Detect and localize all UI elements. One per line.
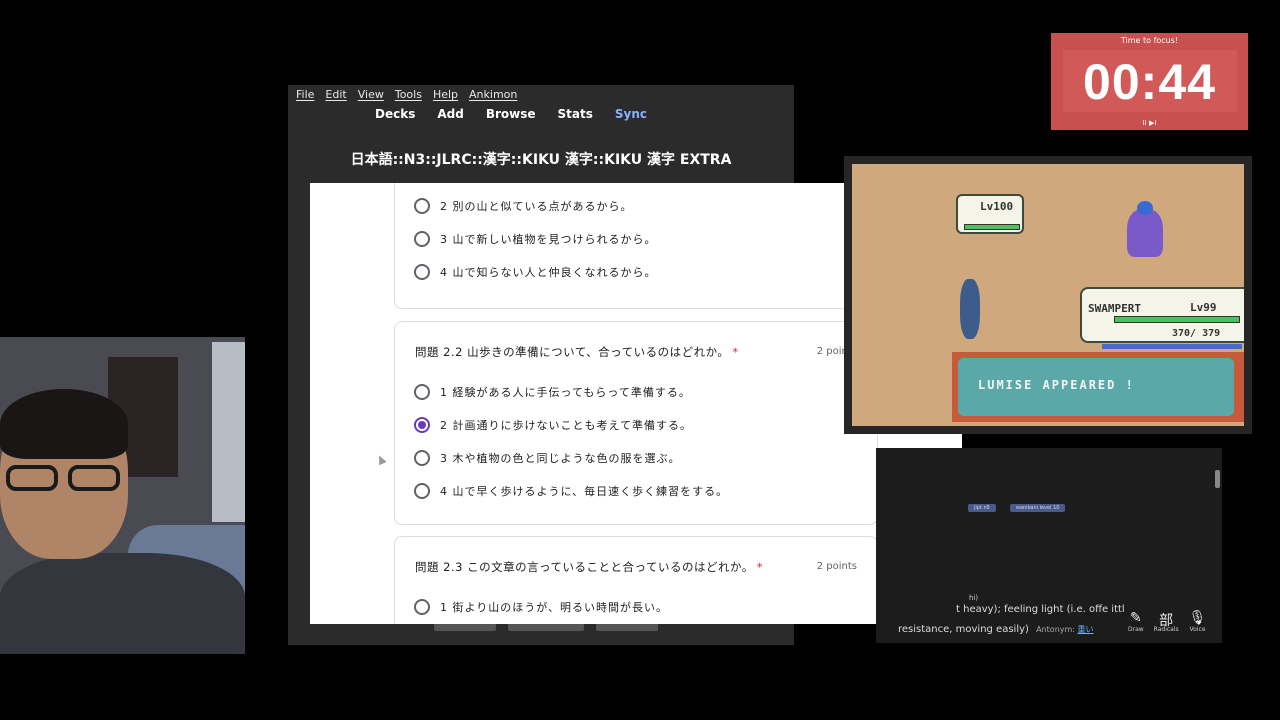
antonym: Antonym: 重い [1036,625,1093,634]
timer-controls[interactable]: II ▶I [1051,119,1248,127]
radicals-button[interactable]: 部 Radicals [1154,610,1179,633]
enemy-hp-bar [964,224,1020,230]
input-tools: ✎ Draw 部 Radicals 🎙 Voice [1128,610,1206,633]
option-label: 3 木や植物の色と同じような色の服を選ぶ。 [440,452,681,465]
question-card-3: 問題 2.3 この文章の言っていることと合っているのはどれか。 * 2 point… [394,536,878,624]
radio-icon[interactable] [414,231,430,247]
option-label: 1 経験がある人に手伝ってもらって準備する。 [440,386,691,399]
q1-option-3[interactable]: 3 山で新しい植物を見つけられるから。 [414,231,657,247]
player-level: Lv99 [1190,301,1217,314]
exp-bar [1102,344,1242,349]
antonym-link[interactable]: 重い [1078,625,1094,634]
webcam-person-glasses [6,465,124,491]
toolbar-add[interactable]: Add [437,107,463,129]
focus-timer: Time to focus! 00:44 II ▶I [1051,33,1248,130]
radio-selected-icon[interactable] [414,417,430,433]
radio-icon[interactable] [414,384,430,400]
draw-icon: ✎ [1129,610,1142,626]
microphone-icon: 🎙 [1188,610,1207,626]
player-hp: 370/ 379 [1172,328,1221,339]
question-title: 問題 2.3 この文章の言っていることと合っているのはどれか。 * [415,559,763,575]
question-text: 問題 2.3 この文章の言っていることと合っているのはどれか。 [415,560,754,574]
option-label: 2 計画通りに歩けないことも考えて準備する。 [440,419,692,432]
q2-option-2[interactable]: 2 計画通りに歩けないことも考えて準備する。 [414,417,692,433]
radio-icon[interactable] [414,450,430,466]
deck-title: 日本語::N3::JLRC::漢字::KIKU 漢字::KIKU 漢字 EXTR… [350,152,732,168]
player-name: SWAMPERT [1088,302,1141,315]
tag-jlpt[interactable]: jlpt n5 [968,504,996,512]
toolbar-sync[interactable]: Sync [615,107,647,129]
scrollbar[interactable] [1215,470,1220,488]
draw-label: Draw [1128,626,1144,633]
q2-option-4[interactable]: 4 山で早く歩けるように、毎日速く歩く練習をする。 [414,483,728,499]
game-screen: Lv100 SWAMPERT Lv99 370/ 379 LUMISE APPE… [852,164,1244,426]
enemy-monster-sprite [1127,201,1163,257]
question-card-2: 問題 2.2 山歩きの準備について、合っているのはどれか。 * 2 points … [394,321,878,525]
option-label: 4 山で知らない人と仲良くなれるから。 [440,266,657,279]
kanji-info-panel: jlpt n5 wanikani level 10 hi) t heavy); … [876,448,1222,643]
antonym-label: Antonym: [1036,625,1075,634]
webcam-window [212,342,245,522]
tag-wanikani[interactable]: wanikani level 10 [1009,504,1066,512]
menu-file[interactable]: File [296,88,314,105]
toolbar-stats[interactable]: Stats [558,107,593,129]
anki-menubar: File Edit View Tools Help Ankimon [288,85,794,105]
radio-icon[interactable] [414,483,430,499]
timer-value: 00:44 [1083,54,1216,110]
option-label: 3 山で新しい植物を見つけられるから。 [440,233,657,246]
menu-edit[interactable]: Edit [325,88,346,105]
question-card-1: 2 別の山と似ている点があるから。 3 山で新しい植物を見つけられるから。 4 … [394,183,878,309]
enemy-level: Lv100 [980,200,1014,213]
radicals-label: Radicals [1153,626,1179,633]
question-text: 問題 2.2 山歩きの準備について、合っているのはどれか。 [415,345,730,359]
q3-option-1[interactable]: 1 街より山のほうが、明るい時間が長い。 [414,599,668,615]
menu-help[interactable]: Help [433,88,458,105]
game-panel: Lv100 SWAMPERT Lv99 370/ 379 LUMISE APPE… [844,156,1252,434]
q1-option-4[interactable]: 4 山で知らない人と仲良くなれるから。 [414,264,657,280]
menu-view[interactable]: View [358,88,384,105]
player-monster-sprite [960,279,980,339]
question-title: 問題 2.2 山歩きの準備について、合っているのはどれか。 * [415,344,739,360]
toolbar-browse[interactable]: Browse [486,107,536,129]
menu-ankimon[interactable]: Ankimon [469,88,517,105]
required-marker: * [732,345,739,359]
toolbar-decks[interactable]: Decks [375,107,415,129]
tag-list: jlpt n5 wanikani level 10 [968,504,1066,512]
voice-button[interactable]: 🎙 Voice [1189,610,1207,633]
q1-option-2[interactable]: 2 別の山と似ている点があるから。 [414,198,633,214]
radicals-icon: 部 [1159,613,1174,629]
meaning-text: resistance, moving easily) [898,624,1029,635]
webcam-person-hair [0,389,128,459]
radio-icon[interactable] [414,599,430,615]
reading-fragment: hi) [969,594,979,602]
battle-message: LUMISE APPEARED ! [978,378,1135,392]
q2-option-1[interactable]: 1 経験がある人に手伝ってもらって準備する。 [414,384,691,400]
radio-icon[interactable] [414,264,430,280]
meaning-line-2: resistance, moving easily) Antonym: 重い [898,624,1094,635]
webcam-feed [0,337,245,654]
q2-option-3[interactable]: 3 木や植物の色と同じような色の服を選ぶ。 [414,450,681,466]
menu-tools[interactable]: Tools [395,88,422,105]
webcam-person-shirt [0,553,245,654]
draw-button[interactable]: ✎ Draw [1128,610,1144,633]
radio-icon[interactable] [414,198,430,214]
anki-toolbar: Decks Add Browse Stats Sync [228,105,794,129]
option-label: 1 街より山のほうが、明るい時間が長い。 [440,601,669,614]
points-label: 2 points [816,561,857,572]
option-label: 4 山で早く歩けるように、毎日速く歩く練習をする。 [440,485,729,498]
meaning-line-1: t heavy); feeling light (i.e. offe ittl [956,604,1125,615]
timer-label: Time to focus! [1120,36,1179,45]
player-hp-bar [1114,316,1240,323]
required-marker: * [756,560,763,574]
voice-label: Voice [1189,626,1206,633]
option-label: 2 別の山と似ている点があるから。 [440,200,633,213]
